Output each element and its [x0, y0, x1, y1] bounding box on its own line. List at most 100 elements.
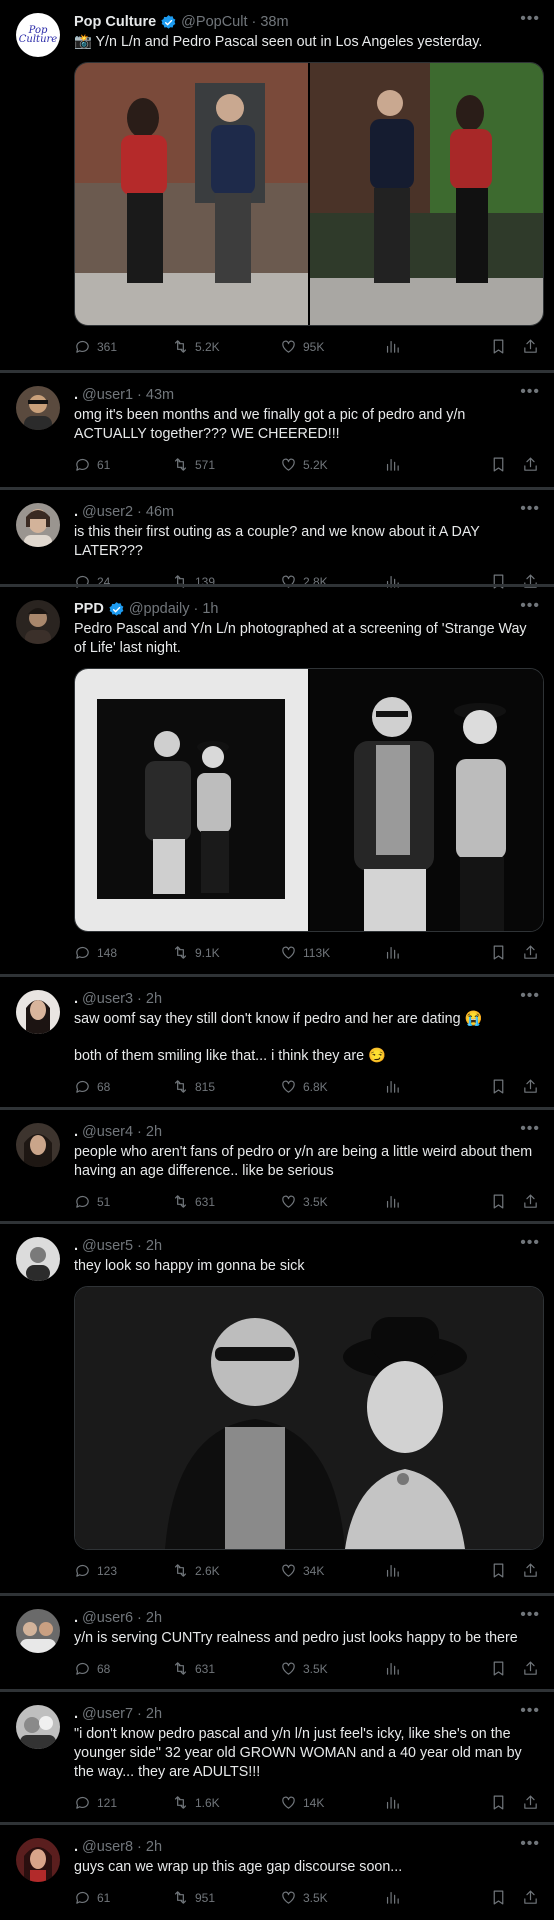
more-options-icon[interactable]: ••• [520, 1234, 540, 1252]
like-button[interactable]: 3.5K [280, 1660, 328, 1677]
bookmark-button[interactable] [490, 1193, 507, 1210]
like-button[interactable]: 3.5K [280, 1193, 328, 1210]
views-button[interactable] [384, 1794, 401, 1811]
retweet-button[interactable]: 951 [172, 1889, 215, 1906]
retweet-button[interactable]: 9.1K [172, 944, 220, 961]
like-button[interactable]: 5.2K [280, 456, 328, 473]
views-button[interactable] [384, 1889, 401, 1906]
more-options-icon[interactable]: ••• [520, 1702, 540, 1720]
handle[interactable]: @PopCult [181, 14, 247, 30]
handle[interactable]: @user3 [82, 991, 133, 1007]
reply-button[interactable]: 68 [74, 1078, 110, 1095]
more-options-icon[interactable]: ••• [520, 10, 540, 28]
timestamp[interactable]: 2h [146, 1238, 162, 1254]
tweet[interactable]: . @user6 · 2h ••• y/n is serving CUNTry … [0, 1593, 554, 1689]
avatar[interactable] [16, 1705, 60, 1749]
more-options-icon[interactable]: ••• [520, 1835, 540, 1853]
more-options-icon[interactable]: ••• [520, 987, 540, 1005]
avatar[interactable] [16, 1838, 60, 1882]
tweet-media[interactable] [74, 62, 544, 326]
photo-screening[interactable] [310, 669, 543, 931]
handle[interactable]: @user1 [82, 387, 133, 403]
like-button[interactable]: 34K [280, 1562, 324, 1579]
tweet[interactable]: . @user4 · 2h ••• people who aren't fans… [0, 1107, 554, 1221]
views-button[interactable] [384, 1193, 401, 1210]
tweet[interactable]: . @user8 · 2h ••• guys can we wrap up th… [0, 1822, 554, 1920]
more-options-icon[interactable]: ••• [520, 1606, 540, 1624]
like-button[interactable]: 14K [280, 1794, 324, 1811]
avatar[interactable]: Pop Culture [16, 13, 60, 57]
avatar[interactable] [16, 990, 60, 1034]
reply-button[interactable]: 68 [74, 1660, 110, 1677]
reply-button[interactable]: 121 [74, 1794, 117, 1811]
share-button[interactable] [522, 338, 539, 355]
tweet-media[interactable] [74, 668, 544, 932]
views-button[interactable] [384, 1562, 401, 1579]
handle[interactable]: @user8 [82, 1839, 133, 1855]
bookmark-button[interactable] [490, 944, 507, 961]
reply-button[interactable]: 361 [74, 338, 117, 355]
handle[interactable]: @user2 [82, 504, 133, 520]
bookmark-button[interactable] [490, 1078, 507, 1095]
tweet[interactable]: . @user2 · 46m ••• is this their first o… [0, 487, 554, 589]
reply-button[interactable]: 148 [74, 944, 117, 961]
bookmark-button[interactable] [490, 1889, 507, 1906]
retweet-button[interactable]: 815 [172, 1078, 215, 1095]
photo-polaroid[interactable] [75, 669, 308, 931]
handle[interactable]: @user5 [82, 1238, 133, 1254]
tweet[interactable]: . @user1 · 43m ••• omg it's been months … [0, 370, 554, 487]
tweet[interactable]: . @user7 · 2h ••• "i don't know pedro pa… [0, 1689, 554, 1822]
timestamp[interactable]: 2h [146, 1610, 162, 1626]
timestamp[interactable]: 46m [146, 504, 174, 520]
timestamp[interactable]: 43m [146, 387, 174, 403]
tweet[interactable]: Pop Culture Pop Culture @PopCult · 38m •… [0, 0, 554, 370]
reply-button[interactable]: 51 [74, 1193, 110, 1210]
bookmark-button[interactable] [490, 338, 507, 355]
share-button[interactable] [522, 1562, 539, 1579]
share-button[interactable] [522, 456, 539, 473]
handle[interactable]: @user7 [82, 1706, 133, 1722]
tweet[interactable]: . @user5 · 2h ••• they look so happy im … [0, 1221, 554, 1593]
avatar[interactable] [16, 1123, 60, 1167]
tweet-media[interactable] [74, 1286, 544, 1550]
handle[interactable]: @user4 [82, 1124, 133, 1140]
retweet-button[interactable]: 5.2K [172, 338, 220, 355]
timestamp[interactable]: 38m [260, 14, 288, 30]
like-button[interactable]: 95K [280, 338, 324, 355]
share-button[interactable] [522, 1889, 539, 1906]
timestamp[interactable]: 2h [146, 991, 162, 1007]
bookmark-button[interactable] [490, 1660, 507, 1677]
display-name[interactable]: PPD [74, 601, 104, 617]
more-options-icon[interactable]: ••• [520, 500, 540, 518]
timestamp[interactable]: 2h [146, 1706, 162, 1722]
bookmark-button[interactable] [490, 456, 507, 473]
retweet-button[interactable]: 1.6K [172, 1794, 220, 1811]
share-button[interactable] [522, 944, 539, 961]
retweet-button[interactable]: 571 [172, 456, 215, 473]
handle[interactable]: @user6 [82, 1610, 133, 1626]
share-button[interactable] [522, 1794, 539, 1811]
views-button[interactable] [384, 338, 401, 355]
like-button[interactable]: 3.5K [280, 1889, 328, 1906]
retweet-button[interactable]: 2.6K [172, 1562, 220, 1579]
avatar[interactable] [16, 503, 60, 547]
tweet[interactable]: PPD @ppdaily · 1h ••• Pedro Pascal and Y… [0, 584, 554, 974]
tweet[interactable]: . @user3 · 2h ••• saw oomf say they stil… [0, 974, 554, 1107]
photo-couple-bw[interactable] [75, 1287, 543, 1549]
display-name[interactable]: Pop Culture [74, 14, 156, 30]
bookmark-button[interactable] [490, 1794, 507, 1811]
photo-street-1[interactable] [75, 63, 308, 325]
like-button[interactable]: 6.8K [280, 1078, 328, 1095]
retweet-button[interactable]: 631 [172, 1660, 215, 1677]
share-button[interactable] [522, 1660, 539, 1677]
reply-button[interactable]: 61 [74, 456, 110, 473]
timestamp[interactable]: 1h [202, 601, 218, 617]
views-button[interactable] [384, 944, 401, 961]
handle[interactable]: @ppdaily [129, 601, 190, 617]
share-button[interactable] [522, 1193, 539, 1210]
avatar[interactable] [16, 600, 60, 644]
share-button[interactable] [522, 1078, 539, 1095]
avatar[interactable] [16, 1237, 60, 1281]
photo-street-2[interactable] [310, 63, 543, 325]
views-button[interactable] [384, 456, 401, 473]
